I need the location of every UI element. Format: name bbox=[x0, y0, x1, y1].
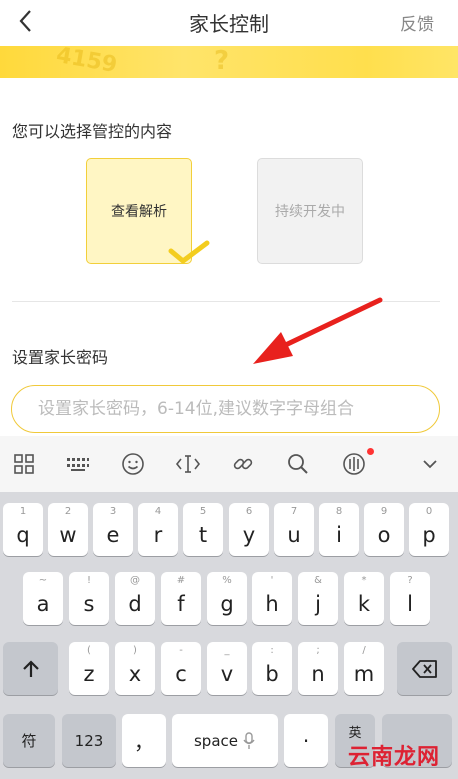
notification-dot bbox=[367, 448, 374, 455]
red-arrow-annotation bbox=[253, 297, 383, 364]
keyboard-icon[interactable] bbox=[64, 450, 92, 478]
key-y[interactable]: 6y bbox=[229, 503, 269, 556]
key-p[interactable]: 0p bbox=[409, 503, 449, 556]
key-d[interactable]: @ d bbox=[115, 572, 155, 625]
key-o[interactable]: 9o bbox=[364, 503, 404, 556]
key-s[interactable]: ! s bbox=[69, 572, 109, 625]
banner-deco-mark: ? bbox=[214, 46, 230, 76]
period-key[interactable]: · bbox=[284, 714, 328, 767]
banner: 4159 ? bbox=[0, 46, 458, 78]
set-password-label: 设置家长密码 bbox=[12, 348, 109, 367]
feedback-link[interactable]: 反馈 bbox=[400, 10, 434, 35]
voice-assistant-icon[interactable] bbox=[340, 448, 374, 478]
space-key[interactable]: space bbox=[172, 714, 278, 767]
emoji-icon[interactable] bbox=[119, 450, 147, 478]
keyboard-toolbar bbox=[0, 436, 458, 492]
key-a[interactable]: ~ a bbox=[23, 572, 63, 625]
key-w[interactable]: 2w bbox=[48, 503, 88, 556]
key-i[interactable]: 8i bbox=[319, 503, 359, 556]
key-j[interactable]: & j bbox=[298, 572, 338, 625]
key-r[interactable]: 4r bbox=[138, 503, 178, 556]
numbers-key[interactable]: 123 bbox=[62, 714, 116, 767]
cursor-icon[interactable] bbox=[174, 450, 202, 478]
key-f[interactable]: # f bbox=[161, 572, 201, 625]
password-input[interactable] bbox=[11, 385, 440, 433]
key-t[interactable]: 5t bbox=[183, 503, 223, 556]
comma-key[interactable]: ， bbox=[122, 714, 166, 767]
shift-key[interactable] bbox=[3, 642, 58, 695]
backspace-key[interactable] bbox=[397, 642, 452, 695]
key-c[interactable]: -c bbox=[161, 642, 201, 695]
check-icon bbox=[168, 240, 210, 264]
shift-arrow-icon bbox=[22, 659, 39, 677]
watermark: 云南龙网 bbox=[347, 745, 440, 770]
key-k[interactable]: * k bbox=[344, 572, 384, 625]
key-q[interactable]: 1q bbox=[3, 503, 43, 556]
header: 家长控制 反馈 bbox=[0, 0, 458, 46]
page-title: 家长控制 bbox=[189, 12, 269, 36]
key-z[interactable]: (z bbox=[69, 642, 109, 695]
key-x[interactable]: ) x bbox=[115, 642, 155, 695]
backspace-icon bbox=[411, 659, 437, 678]
key-l[interactable]: ? l bbox=[390, 572, 430, 625]
option-in-development: 持续开发中 bbox=[257, 158, 363, 264]
option-view-analysis[interactable]: 查看解析 bbox=[86, 158, 210, 264]
microphone-icon bbox=[243, 731, 255, 749]
chevron-down-icon[interactable] bbox=[416, 450, 444, 478]
key-v[interactable]: _ v bbox=[207, 642, 247, 695]
key-n[interactable]: ; n bbox=[298, 642, 338, 695]
key-m[interactable]: / m bbox=[344, 642, 384, 695]
banner-deco-number: 4159 bbox=[54, 46, 119, 78]
symbols-key[interactable]: 符 bbox=[3, 714, 55, 767]
link-icon[interactable] bbox=[229, 450, 257, 478]
grid-icon[interactable] bbox=[10, 450, 38, 478]
key-h[interactable]: ' h bbox=[252, 572, 292, 625]
option-label: 查看解析 bbox=[111, 204, 167, 220]
search-icon[interactable] bbox=[284, 450, 312, 478]
key-b[interactable]: :b bbox=[252, 642, 292, 695]
key-g[interactable]: % g bbox=[207, 572, 247, 625]
key-e[interactable]: 3e bbox=[93, 503, 133, 556]
keyboard: 1q 2w 3e 4r 5t 6y 7u 8i 9o 0p ~ a ! s @ d #… bbox=[0, 492, 458, 779]
control-content-label: 您可以选择管控的内容 bbox=[12, 122, 173, 141]
key-u[interactable]: 7u bbox=[274, 503, 314, 556]
option-label: 持续开发中 bbox=[275, 204, 345, 220]
